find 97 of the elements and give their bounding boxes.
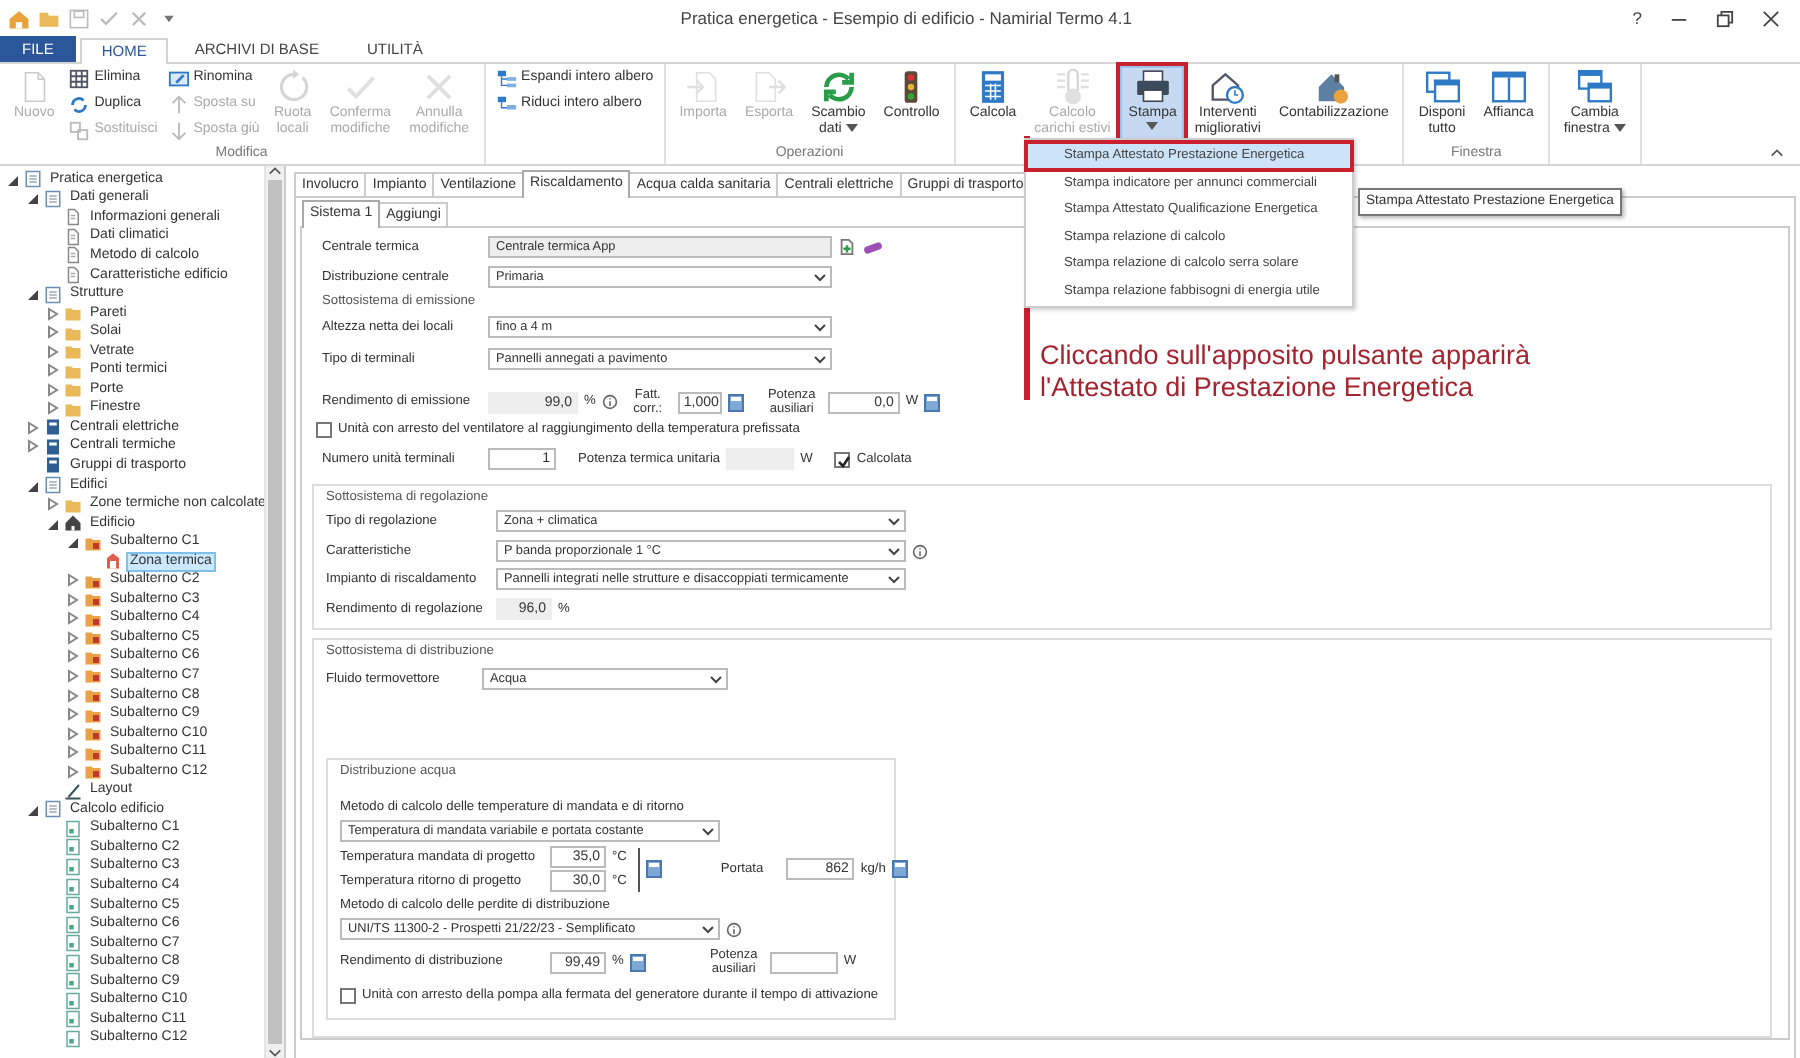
columns-icon	[1489, 68, 1528, 106]
sheet-icon	[64, 953, 82, 972]
panel-icon	[44, 437, 62, 456]
folder-icon	[84, 628, 102, 647]
expander-icon[interactable]	[44, 515, 60, 532]
expander-icon[interactable]	[24, 477, 40, 494]
squares-icon	[68, 120, 91, 142]
sync-icon	[819, 68, 858, 106]
thermometer-icon	[1053, 68, 1092, 106]
sheet-icon	[64, 915, 82, 934]
folder-icon	[84, 666, 102, 685]
eraser-icon[interactable]	[862, 239, 884, 255]
folder-icon	[84, 647, 102, 666]
folder-icon	[84, 762, 102, 781]
tree-icon	[495, 68, 518, 90]
restore-icon[interactable]	[1716, 9, 1734, 27]
folder-icon	[84, 686, 102, 705]
folder-icon	[84, 590, 102, 609]
expander-icon[interactable]	[64, 534, 80, 551]
document-icon	[24, 170, 42, 189]
help-button[interactable]: ?	[1632, 5, 1642, 31]
document-icon	[44, 800, 62, 819]
chevron-down-icon	[814, 323, 826, 331]
info-icon[interactable]	[912, 543, 928, 559]
folder-icon	[84, 609, 102, 628]
tree-icon	[495, 94, 518, 116]
sheet-icon	[64, 972, 82, 991]
panel-icon	[44, 456, 62, 475]
scroll-up-icon[interactable]	[268, 166, 282, 176]
page-icon	[64, 208, 82, 227]
chevron-down-icon	[710, 675, 722, 683]
window-title: Pratica energetica - Esempio di edificio - Namirial Termo 4.1	[678, 5, 1134, 31]
windows-icon	[1575, 68, 1614, 106]
expander-icon[interactable]	[24, 190, 40, 207]
calculator-icon[interactable]	[891, 860, 908, 878]
add-document-icon[interactable]	[838, 238, 856, 256]
calculator-icon[interactable]	[646, 860, 663, 878]
document-icon	[44, 189, 62, 208]
building-icon	[104, 552, 122, 571]
input-field[interactable]	[769, 951, 838, 973]
checkbox[interactable]	[340, 987, 356, 1003]
chevron-down-icon	[814, 355, 826, 363]
page-icon	[64, 246, 82, 265]
checkbox[interactable]	[316, 421, 332, 437]
annotation-text: Cliccando sull'apposito pulsante apparirà l'Attestato di Prestazione Energetica	[1040, 340, 1530, 404]
sheet-icon	[64, 1029, 82, 1048]
folder-icon	[84, 743, 102, 762]
export-icon	[750, 68, 788, 106]
sheet-icon	[64, 857, 82, 876]
checkbox[interactable]	[834, 451, 851, 467]
document-icon	[44, 476, 62, 495]
house-clock-icon	[1208, 68, 1247, 106]
circular-arrows-icon	[68, 94, 91, 116]
expander-icon[interactable]	[4, 171, 20, 188]
calculator-icon[interactable]	[924, 393, 941, 411]
chevron-down-icon	[702, 925, 714, 933]
folder-icon	[84, 571, 102, 590]
scroll-down-icon[interactable]	[268, 1048, 282, 1058]
pencil-icon	[64, 781, 82, 800]
sheet-icon	[64, 991, 82, 1010]
house-coin-icon	[1314, 68, 1353, 106]
rename-icon	[167, 68, 190, 90]
close-icon[interactable]	[1762, 9, 1780, 27]
table-icon	[68, 68, 91, 90]
house-icon	[64, 514, 82, 533]
sheet-icon	[64, 896, 82, 915]
page-icon	[64, 266, 82, 284]
check-icon[interactable]	[98, 7, 120, 29]
info-icon[interactable]	[601, 394, 618, 410]
info-icon[interactable]	[726, 921, 742, 937]
folder-icon	[84, 533, 102, 552]
sheet-icon	[64, 877, 82, 895]
chevron-down-icon	[814, 273, 826, 281]
chevron-down-icon	[888, 547, 900, 555]
expander-icon[interactable]	[24, 286, 40, 303]
folder-icon	[64, 495, 82, 514]
sheet-icon	[64, 819, 82, 838]
chevron-down-icon	[888, 575, 900, 583]
calculator-icon[interactable]	[727, 393, 744, 411]
sheet-icon	[64, 934, 82, 953]
folder-icon	[84, 724, 102, 743]
page-icon	[64, 227, 82, 246]
sheet-icon	[64, 838, 82, 857]
chevron-down-icon	[702, 827, 714, 835]
expander-icon[interactable]	[24, 801, 40, 818]
collapse-ribbon-icon[interactable]	[1770, 148, 1784, 158]
chevron-down-icon	[888, 517, 900, 525]
panel-icon	[44, 418, 62, 437]
sheet-icon	[64, 1010, 82, 1029]
arrow-down-icon	[167, 120, 190, 142]
calculator-icon[interactable]	[629, 953, 646, 971]
folder-icon	[84, 705, 102, 724]
scrollbar[interactable]	[264, 166, 284, 1058]
arrow-up-icon	[167, 94, 190, 116]
windows-icon	[1423, 68, 1462, 106]
document-icon	[44, 285, 62, 304]
printer-icon	[1133, 68, 1172, 106]
